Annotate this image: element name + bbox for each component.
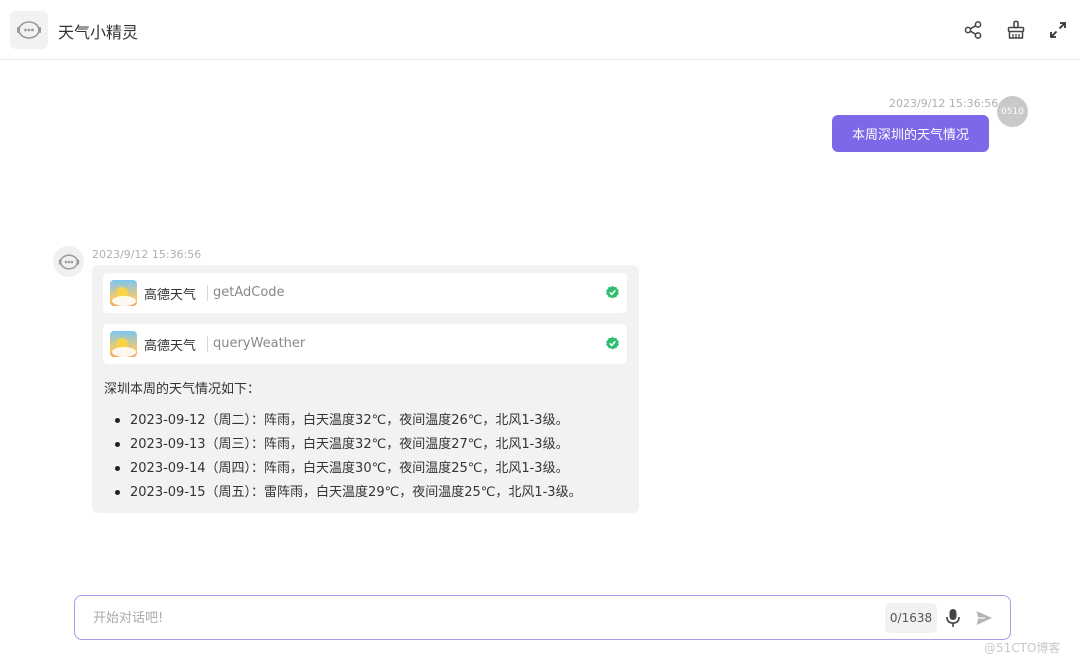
app-title: 天气小精灵 xyxy=(58,23,139,42)
bullet xyxy=(115,466,120,471)
tool-divider xyxy=(207,285,208,301)
bullet xyxy=(115,418,120,423)
check-circle-icon xyxy=(605,285,620,300)
app-header: 天气小精灵 xyxy=(0,0,1080,60)
robot-icon xyxy=(58,253,79,270)
list-item: 2023-09-12（周二）：阵雨，白天温度32℃，夜间温度26℃，北风1-3级… xyxy=(104,412,582,436)
clear-icon[interactable] xyxy=(1005,19,1027,41)
forecast-text: 2023-09-14（周四）：阵雨，白天温度30℃，夜间温度25℃，北风1-3级… xyxy=(130,461,569,476)
forecast-text: 2023-09-15（周五）：雷阵雨，白天温度29℃，夜间温度25℃，北风1-3… xyxy=(130,485,582,500)
chat-input-bar: 0/1638 xyxy=(74,595,1011,640)
bullet xyxy=(115,442,120,447)
forecast-text: 2023-09-13（周三）：阵雨，白天温度32℃，夜间温度27℃，北风1-3级… xyxy=(130,437,569,452)
bot-message-time: 2023/9/12 15:36:56 xyxy=(92,248,202,261)
tool-name: 高德天气 xyxy=(144,339,197,354)
bot-message-bubble: 高德天气 getAdCode 高德天气 queryWeather 深圳本周的天气… xyxy=(92,265,639,513)
bullet xyxy=(115,490,120,495)
forecast-list: 2023-09-12（周二）：阵雨，白天温度32℃，夜间温度26℃，北风1-3级… xyxy=(104,412,582,508)
list-item: 2023-09-14（周四）：阵雨，白天温度30℃，夜间温度25℃，北风1-3级… xyxy=(104,460,582,484)
char-counter: 0/1638 xyxy=(885,603,937,633)
share-icon[interactable] xyxy=(962,19,984,41)
chat-input[interactable] xyxy=(93,607,873,629)
tool-call-card[interactable]: 高德天气 getAdCode xyxy=(103,273,627,313)
robot-icon xyxy=(10,11,48,49)
response-intro: 深圳本周的天气情况如下： xyxy=(104,382,261,397)
tool-call-card[interactable]: 高德天气 queryWeather xyxy=(103,324,627,364)
tool-function: queryWeather xyxy=(213,336,306,351)
weather-plugin-icon xyxy=(110,331,137,357)
tool-divider xyxy=(207,336,208,352)
list-item: 2023-09-15（周五）：雷阵雨，白天温度29℃，夜间温度25℃，北风1-3… xyxy=(104,484,582,508)
weather-plugin-icon xyxy=(110,280,137,306)
tool-name: 高德天气 xyxy=(144,288,197,303)
user-avatar: 0510 xyxy=(997,96,1028,127)
microphone-icon[interactable] xyxy=(943,607,963,629)
forecast-text: 2023-09-12（周二）：阵雨，白天温度32℃，夜间温度26℃，北风1-3级… xyxy=(130,413,569,428)
check-circle-icon xyxy=(605,336,620,351)
user-message-time: 2023/9/12 15:36:56 xyxy=(889,97,999,110)
expand-icon[interactable] xyxy=(1047,19,1069,41)
watermark: @51CTO博客 xyxy=(984,641,1061,655)
tool-function: getAdCode xyxy=(213,285,285,300)
user-message-bubble: 本周深圳的天气情况 xyxy=(832,115,989,152)
send-icon[interactable] xyxy=(973,607,995,629)
bot-avatar xyxy=(53,246,84,277)
list-item: 2023-09-13（周三）：阵雨，白天温度32℃，夜间温度27℃，北风1-3级… xyxy=(104,436,582,460)
